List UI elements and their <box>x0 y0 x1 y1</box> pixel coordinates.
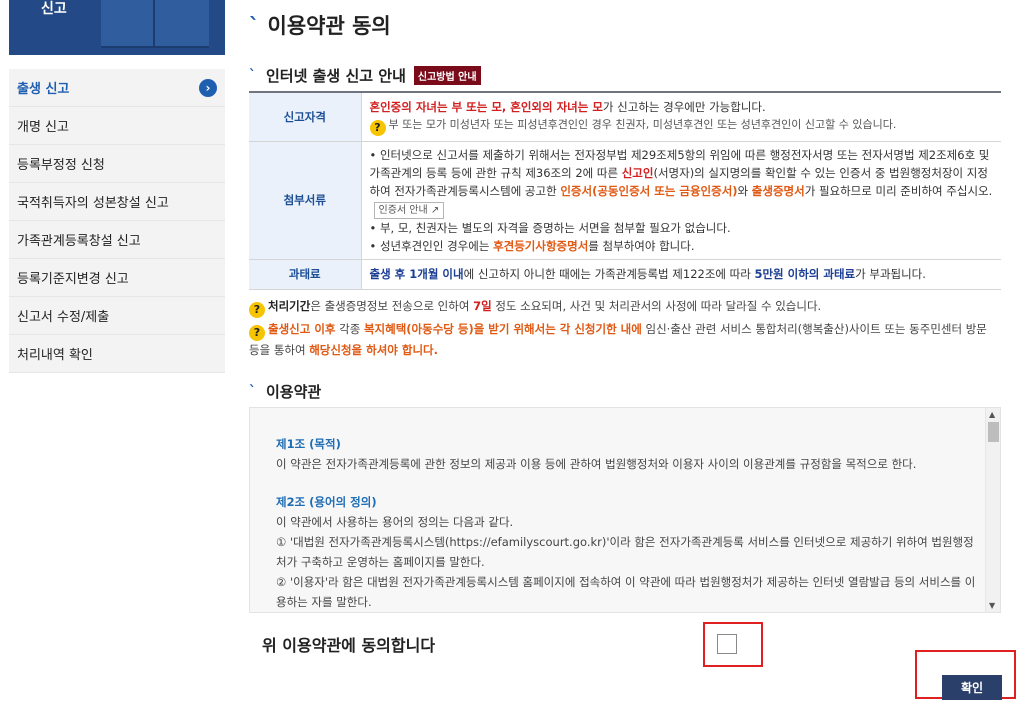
agree-checkbox[interactable] <box>717 634 737 654</box>
scroll-up-icon[interactable]: ▲ <box>989 410 995 419</box>
sidebar-item-base-change[interactable]: 등록기준지변경 신고 <box>9 259 225 297</box>
welfare-note: ? 출생신고 이후 각종 복지혜택(아동수당 등)을 받기 위해서는 각 신청기한… <box>249 322 987 357</box>
row-header: 첨부서류 <box>249 141 362 260</box>
sidebar-item-label: 등록부정정 신청 <box>17 158 105 173</box>
agree-label: 위 이용약관에 동의합니다 <box>262 636 436 655</box>
question-icon: ? <box>369 119 386 136</box>
report-method-badge[interactable]: 신고방법 안내 <box>413 66 481 85</box>
terms-section-title: ˋ 이용약관 <box>249 383 322 401</box>
scroll-thumb[interactable] <box>988 422 999 442</box>
sidebar-item-label: 신고서 수정/제출 <box>17 310 110 325</box>
sidebar-item-label: 출생 신고 <box>17 82 70 97</box>
table-row: 첨부서류 • 인터넷으로 신고서를 제출하기 위해서는 전자정부법 제29조제5… <box>249 141 1001 260</box>
row-header: 신고자격 <box>249 92 362 142</box>
sidebar-item-register-correction[interactable]: 등록부정정 신청 <box>9 145 225 183</box>
sidebar-item-name-change[interactable]: 개명 신고 <box>9 107 225 145</box>
table-row: 과태료 출생 후 1개월 이내에 신고하지 아니한 때에는 가족관계등록법 제1… <box>249 259 1001 290</box>
sidebar-item-label: 가족관계등록창설 신고 <box>17 234 141 249</box>
article-1-title: 제1조 (목적) <box>276 437 341 451</box>
section-tick-icon: ˋ <box>249 67 256 84</box>
sidebar-item-history[interactable]: 처리내역 확인 <box>9 335 225 373</box>
sidebar-banner: 신고 <box>9 0 225 55</box>
title-tick-icon: ˋ <box>249 14 260 38</box>
sidebar-item-family-register-creation[interactable]: 가족관계등록창설 신고 <box>9 221 225 259</box>
banner-text: 신고 <box>41 1 67 17</box>
sidebar-item-label: 개명 신고 <box>17 120 69 135</box>
terms-scroll-box[interactable]: 제1조 (목적) 이 약관은 전자가족관계등록에 관한 정보의 제공과 이용 등… <box>249 407 1001 613</box>
sidebar-item-surname-creation[interactable]: 국적취득자의 성본창설 신고 <box>9 183 225 221</box>
book-illustration <box>101 0 209 48</box>
row-header: 과태료 <box>249 259 362 290</box>
section-tick-icon: ˋ <box>249 383 256 400</box>
sidebar-nav: 출생 신고 › 개명 신고 등록부정정 신청 국적취득자의 성본창설 신고 가족… <box>9 69 225 373</box>
confirm-button[interactable]: 확인 <box>942 675 1002 700</box>
sidebar-item-label: 등록기준지변경 신고 <box>17 272 129 287</box>
article-2-intro: 이 약관에서 사용하는 용어의 정의는 다음과 같다. <box>276 515 514 529</box>
scroll-down-icon[interactable]: ▼ <box>989 601 995 610</box>
table-row: 신고자격 혼인중의 자녀는 부 또는 모, 혼인외의 자녀는 모가 신고하는 경… <box>249 92 1001 142</box>
cert-guide-button[interactable]: 인증서 안내 ↗ <box>373 201 445 219</box>
article-2-item-2: ② '이용자'라 함은 대법원 전자가족관계등록시스템 홈페이지에 접속하여 이… <box>276 575 976 609</box>
sidebar-item-label: 국적취득자의 성본창설 신고 <box>17 196 169 211</box>
terms-scrollbar[interactable]: ▲ ▼ <box>985 408 1000 612</box>
guide-section-title: ˋ 인터넷 출생 신고 안내 신고방법 안내 <box>249 65 481 86</box>
page-title: ˋ 이용약관 동의 <box>249 14 391 38</box>
article-2-title: 제2조 (용어의 정의) <box>276 495 377 509</box>
sidebar-item-label: 처리내역 확인 <box>17 348 93 363</box>
processing-period-note: ? 처리기간은 출생증명정보 전송으로 인하여 7일 정도 소요되며, 사건 및 … <box>249 297 1001 318</box>
question-icon: ? <box>249 301 265 318</box>
chevron-right-icon: › <box>199 78 217 97</box>
external-link-icon: ↗ <box>430 204 440 216</box>
article-1-body: 이 약관은 전자가족관계등록에 관한 정보의 제공과 이용 등에 관하여 법원행… <box>276 457 917 471</box>
sidebar-item-edit-submit[interactable]: 신고서 수정/제출 <box>9 297 225 335</box>
guide-table: 신고자격 혼인중의 자녀는 부 또는 모, 혼인외의 자녀는 모가 신고하는 경… <box>249 91 1001 290</box>
article-2-item-1: ① '대법원 전자가족관계등록시스템(https://efamilyscourt… <box>276 535 974 569</box>
sidebar-item-birth-report[interactable]: 출생 신고 › <box>9 69 225 107</box>
question-icon: ? <box>249 324 265 341</box>
